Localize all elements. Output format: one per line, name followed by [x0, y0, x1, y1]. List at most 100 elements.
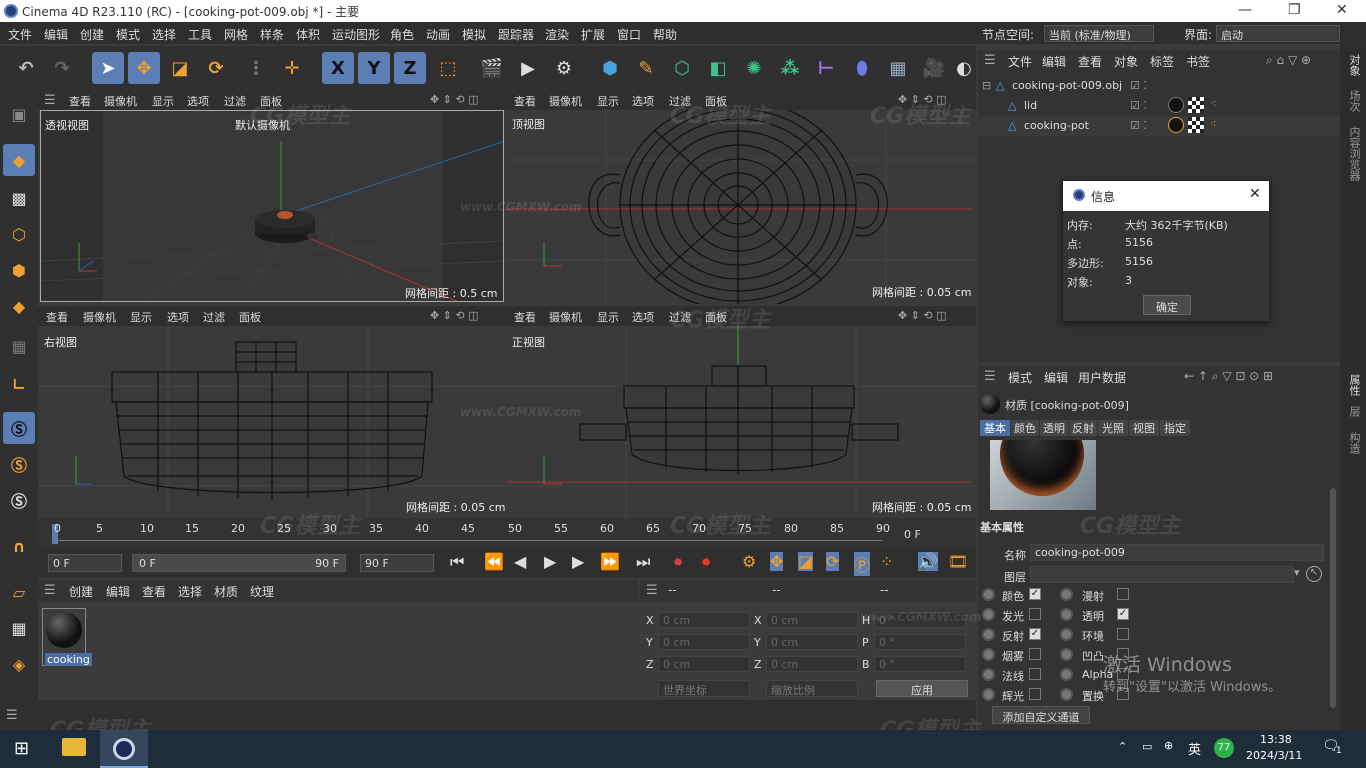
- autokey-icon[interactable]: ⏺: [702, 552, 710, 572]
- mm-view-menu[interactable]: 查看: [142, 583, 166, 600]
- menu-edit[interactable]: 编辑: [44, 26, 68, 43]
- workplane-icon[interactable]: ▱: [3, 576, 35, 608]
- visibility-dots-icon[interactable]: ☑ ⁚: [1130, 99, 1147, 112]
- key-pla-icon[interactable]: ⁘: [880, 552, 893, 571]
- range-slider[interactable]: 0 F 90 F: [132, 554, 346, 572]
- next-key-icon[interactable]: ⏩: [600, 552, 620, 571]
- select-tool-icon[interactable]: ➤: [92, 52, 124, 84]
- menu-tracker[interactable]: 跟踪器: [498, 26, 534, 43]
- menu-file[interactable]: 文件: [8, 26, 32, 43]
- axis-mode-icon[interactable]: ∟: [3, 368, 35, 400]
- ime-indicator[interactable]: 英: [1188, 739, 1201, 758]
- max-frame-field[interactable]: 90 F: [360, 554, 434, 572]
- material-tag-icon[interactable]: [1168, 97, 1184, 113]
- cube-icon[interactable]: ⬢: [594, 52, 626, 84]
- mm-select-menu[interactable]: 选择: [178, 583, 202, 600]
- scale-mode-select[interactable]: 缩放比例: [766, 680, 858, 697]
- move-tool-icon[interactable]: ✥: [128, 52, 160, 84]
- front-viewport[interactable]: 正视图 网格间距 : 0.05 cm: [506, 326, 976, 518]
- info-ok-button[interactable]: 确定: [1143, 295, 1191, 315]
- perspective-viewport[interactable]: 透视视图 默认摄像机 网格间距 : 0.5 cm: [40, 110, 504, 302]
- channel-luminance-checkbox[interactable]: [1029, 608, 1041, 620]
- name-input[interactable]: cooking-pot-009: [1030, 544, 1324, 561]
- goto-start-icon[interactable]: ⏮: [450, 552, 464, 572]
- snap-settings-icon[interactable]: Ⓢ: [3, 448, 35, 480]
- menu-lines-icon[interactable]: ☰: [984, 53, 996, 68]
- channel-fog-checkbox[interactable]: [1029, 648, 1041, 660]
- attribute-scrollbar[interactable]: [1330, 488, 1336, 708]
- vp-view-menu[interactable]: 查看: [514, 93, 536, 109]
- layer-pick-icon[interactable]: ↖: [1306, 566, 1322, 582]
- phong-tag-icon[interactable]: ⁖: [1210, 97, 1216, 110]
- vp-display-menu[interactable]: 显示: [130, 309, 152, 325]
- add-custom-channel-button[interactable]: 添加自定义通道: [992, 706, 1090, 724]
- vp-display-menu[interactable]: 显示: [597, 309, 619, 325]
- menu-help[interactable]: 帮助: [653, 26, 677, 43]
- pos-x-field[interactable]: 0 cm: [658, 612, 750, 628]
- restore-icon[interactable]: ❐: [1288, 2, 1301, 18]
- tab-color[interactable]: 颜色: [1011, 420, 1039, 436]
- redo-icon[interactable]: ↷: [46, 52, 78, 84]
- tab-attributes[interactable]: 属性: [1346, 374, 1362, 396]
- coordinate-system-icon[interactable]: ⬚: [432, 52, 464, 84]
- points-mode-icon[interactable]: ⬡: [3, 218, 35, 250]
- x-axis-icon[interactable]: X: [322, 52, 354, 84]
- tab-takes[interactable]: 场次: [1346, 90, 1362, 112]
- tab-objects[interactable]: 对象: [1346, 54, 1362, 76]
- channel-glow-checkbox[interactable]: [1029, 688, 1041, 700]
- camera-icon[interactable]: 🎥: [918, 52, 950, 84]
- menu-extensions[interactable]: 扩展: [581, 26, 605, 43]
- rot-b-field[interactable]: 0 °: [874, 656, 966, 672]
- minimize-icon[interactable]: —: [1238, 2, 1252, 18]
- dialog-close-icon[interactable]: ✕: [1249, 186, 1261, 202]
- sound-icon[interactable]: 🔊: [918, 552, 938, 571]
- interface-select[interactable]: 启动: [1216, 25, 1340, 42]
- snap-icon[interactable]: Ⓢ: [3, 412, 35, 444]
- channel-diffusion-checkbox[interactable]: [1117, 588, 1129, 600]
- render-settings-icon[interactable]: ⚙: [548, 52, 580, 84]
- prev-key-icon[interactable]: ⏪: [484, 552, 504, 571]
- vp-options-menu[interactable]: 选项: [632, 309, 654, 325]
- material-tag-icon[interactable]: [1168, 117, 1184, 133]
- node-space-select[interactable]: 当前 (标准/物理): [1044, 25, 1154, 42]
- vp-navigate-icons[interactable]: ✥ ⇕ ⟲ ◫: [430, 309, 479, 322]
- key-position-icon[interactable]: ✥: [770, 552, 784, 571]
- vp-view-menu[interactable]: 查看: [514, 309, 536, 325]
- model-mode-icon[interactable]: ◆: [3, 144, 35, 176]
- texture-mode-icon[interactable]: ▩: [3, 182, 35, 214]
- magnet-icon[interactable]: ∩: [3, 530, 35, 562]
- mm-edit-menu[interactable]: 编辑: [106, 583, 130, 600]
- tab-reflectance[interactable]: 反射: [1069, 420, 1097, 436]
- pos-y-field[interactable]: 0 cm: [658, 634, 750, 650]
- tray-app-badge[interactable]: 77: [1214, 738, 1234, 758]
- light-icon[interactable]: ◐: [954, 52, 974, 84]
- windows-start-icon[interactable]: ⊞: [14, 738, 29, 759]
- vp-display-menu[interactable]: 显示: [152, 93, 174, 109]
- deformer-icon[interactable]: ⊢: [810, 52, 842, 84]
- z-axis-icon[interactable]: Z: [394, 52, 426, 84]
- pen-icon[interactable]: ✎: [630, 52, 662, 84]
- menu-render[interactable]: 渲染: [545, 26, 569, 43]
- undo-icon[interactable]: ↶: [10, 52, 42, 84]
- cloner-icon[interactable]: ✺: [738, 52, 770, 84]
- layer-dropdown-icon[interactable]: ▾: [1294, 566, 1300, 579]
- close-icon[interactable]: ✕: [1336, 2, 1348, 18]
- size-x-field[interactable]: 0 cm: [766, 612, 858, 628]
- render-picture-viewer-icon[interactable]: ▶: [512, 52, 544, 84]
- file-explorer-icon[interactable]: [62, 738, 86, 756]
- film-icon[interactable]: 🎞: [948, 552, 968, 571]
- coord-system-select[interactable]: 世界坐标: [658, 680, 750, 697]
- am-nav-icons[interactable]: ← ↑ ⌕ ▽ ⊡ ⊙ ⊞: [1184, 369, 1273, 384]
- am-mode-menu[interactable]: 模式: [1008, 369, 1032, 386]
- channel-normal-checkbox[interactable]: [1029, 668, 1041, 680]
- vp-navigate-icons[interactable]: ✥ ⇕ ⟲ ◫: [430, 93, 479, 106]
- object-row[interactable]: ⊟ △ cooking-pot-009.obj ☑ ⁚: [978, 76, 1340, 96]
- planar-workplane-icon[interactable]: ◈: [3, 648, 35, 680]
- menu-character[interactable]: 角色: [390, 26, 414, 43]
- apply-button[interactable]: 应用: [876, 680, 968, 697]
- size-z-field[interactable]: 0 cm: [766, 656, 858, 672]
- phong-tag-icon[interactable]: ⁖: [1210, 117, 1216, 130]
- om-bookmark-menu[interactable]: 书签: [1186, 53, 1210, 70]
- channel-reflectance-checkbox[interactable]: ✓: [1029, 628, 1041, 640]
- object-row[interactable]: △ cooking-pot ☑ ⁚ ⁖: [978, 116, 1340, 136]
